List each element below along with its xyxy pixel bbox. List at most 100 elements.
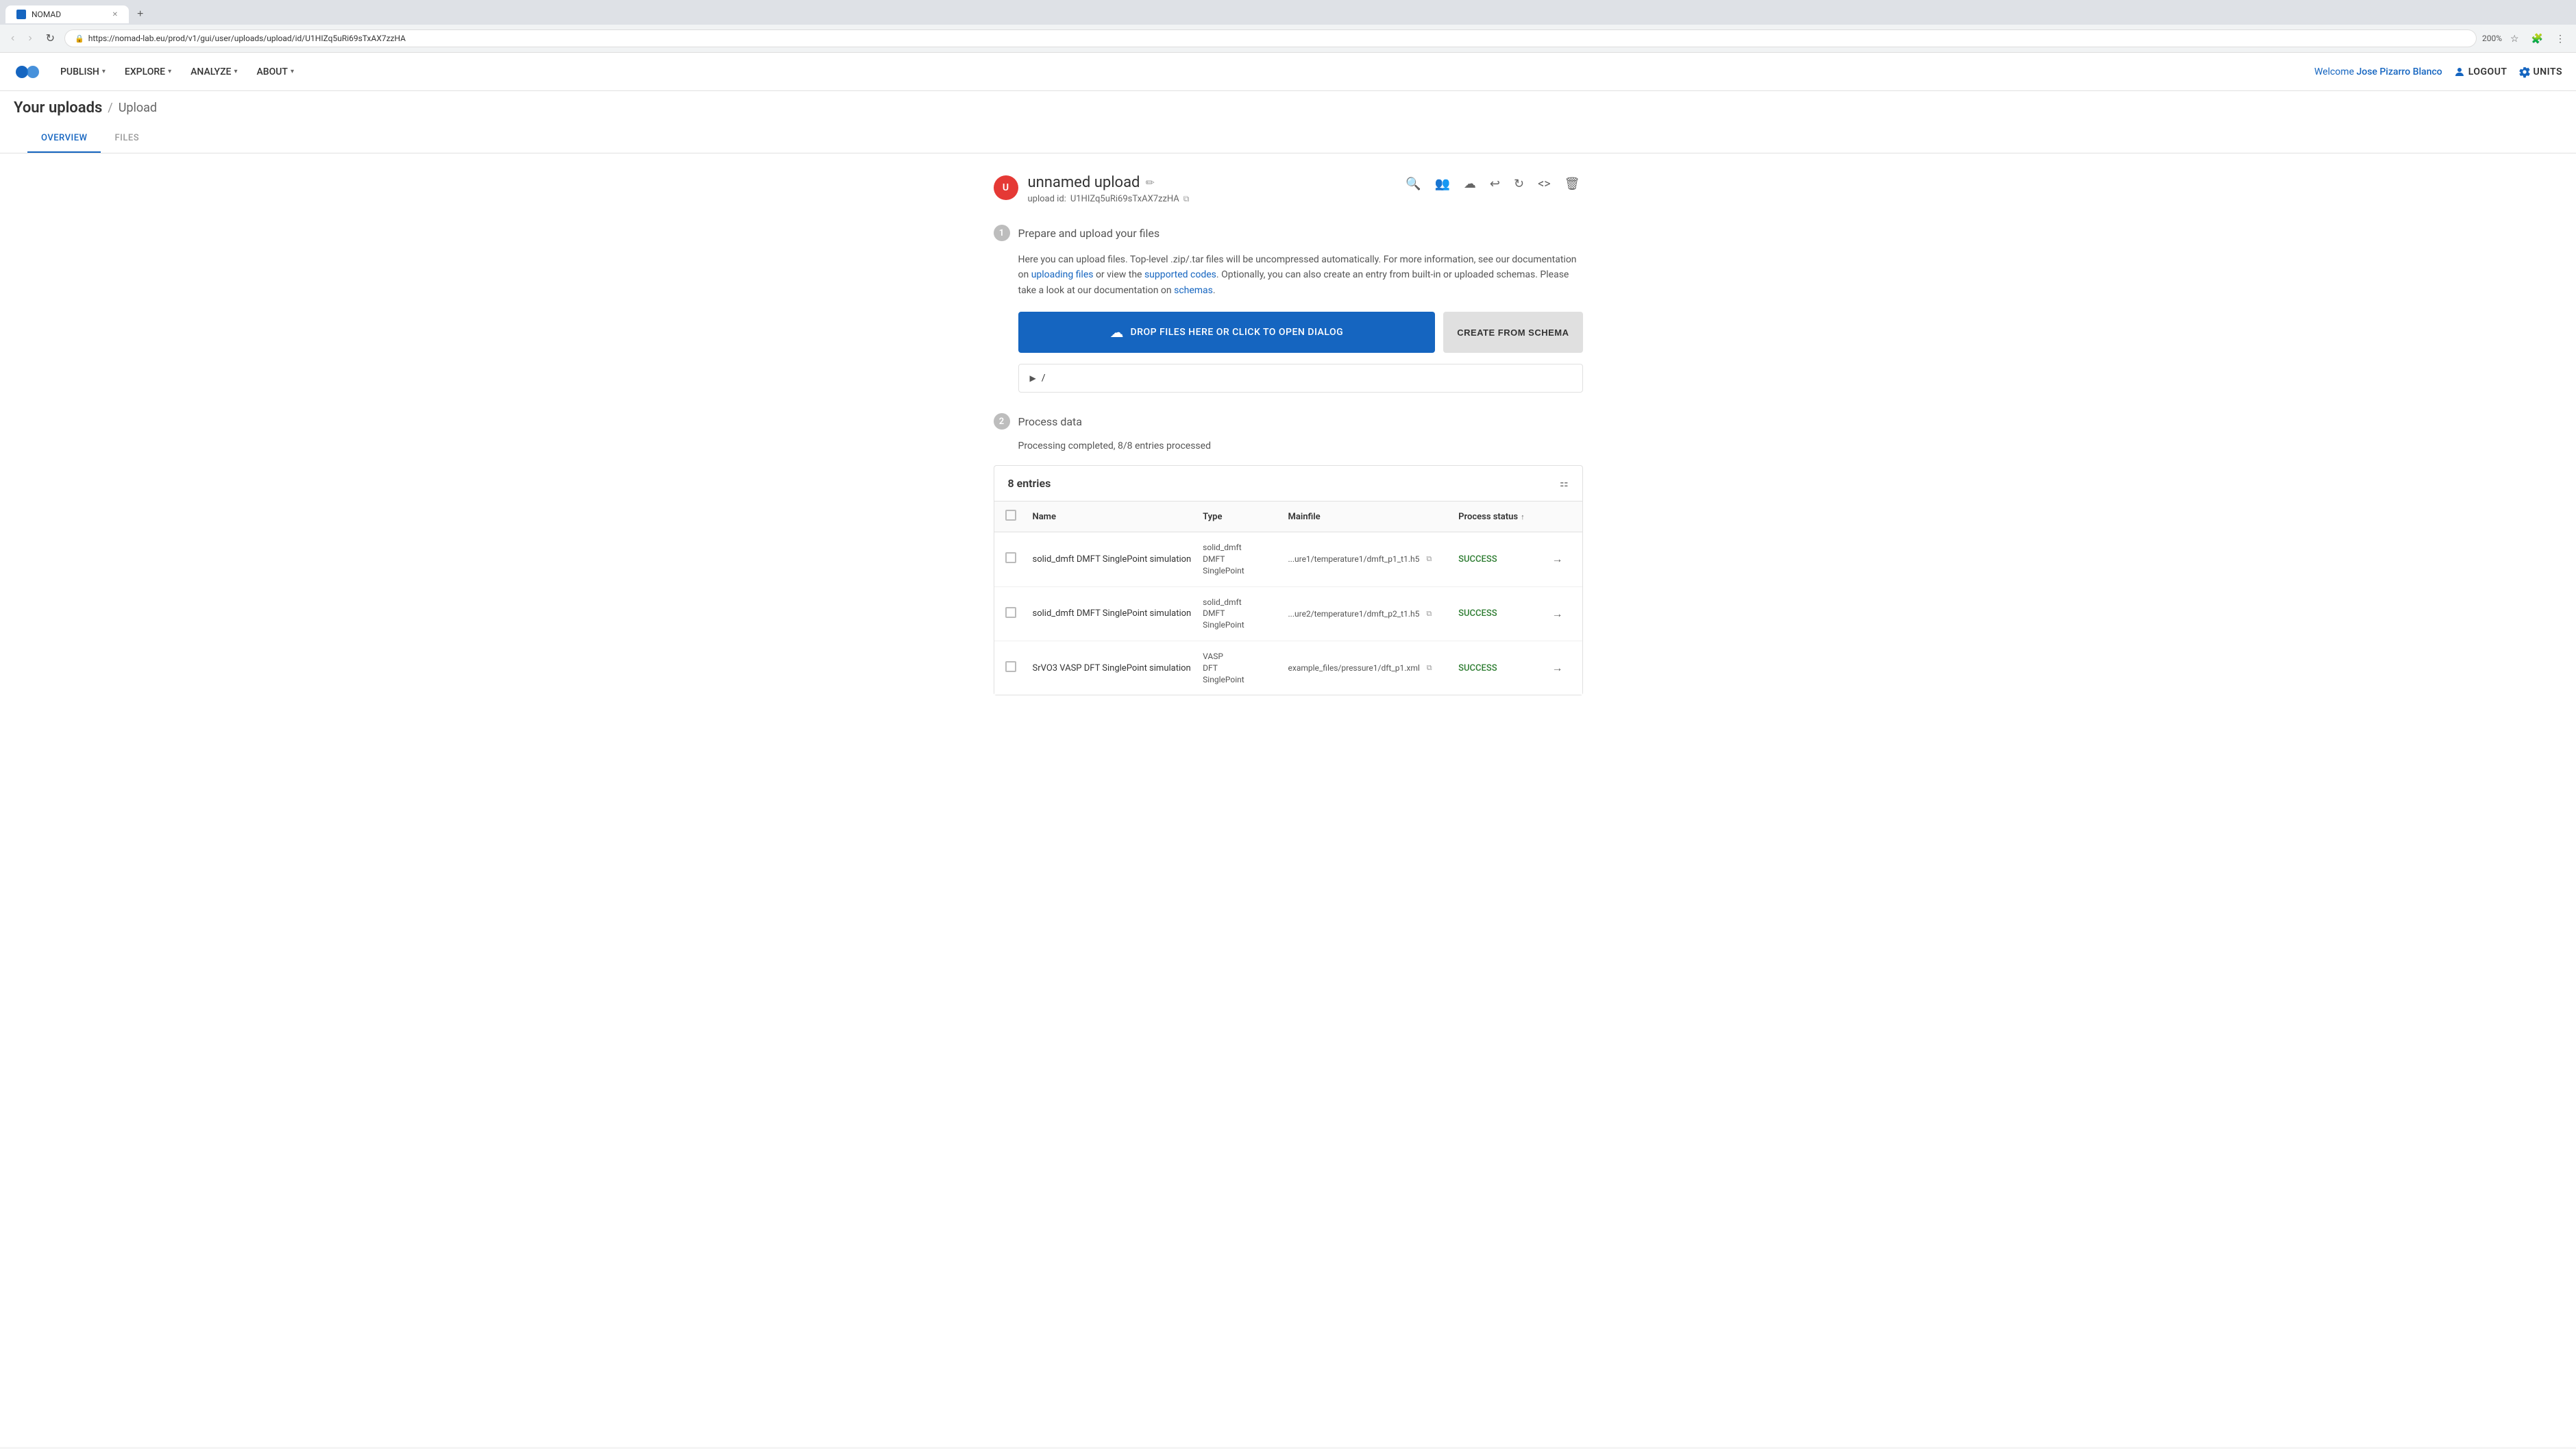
bookmarks-button[interactable]: ☆ xyxy=(2506,30,2523,47)
row3-type-line2: DFT xyxy=(1203,662,1288,674)
row2-copy-icon[interactable]: ⧉ xyxy=(1426,609,1432,619)
row1-name: solid_dmft DMFT SinglePoint simulation xyxy=(1033,554,1203,565)
breadcrumb-separator: / xyxy=(108,101,112,115)
row1-arrow-icon[interactable]: → xyxy=(1552,552,1563,566)
breadcrumb-parent[interactable]: Your uploads xyxy=(14,99,102,116)
avatar-initials: U xyxy=(1003,182,1009,193)
extensions-button[interactable]: 🧩 xyxy=(2527,30,2547,47)
row1-mainfile-text: ...ure1/temperature1/dmft_p1_t1.h5 xyxy=(1288,554,1420,564)
tab-overview[interactable]: OVERVIEW xyxy=(27,125,101,153)
section1-title: Prepare and upload your files xyxy=(1018,227,1160,240)
file-browser-row: ▶ / xyxy=(1019,364,1582,392)
select-all-checkbox[interactable] xyxy=(1005,510,1016,521)
url-text: https://nomad-lab.eu/prod/v1/gui/user/up… xyxy=(88,34,2466,43)
row2-status: SUCCESS xyxy=(1458,608,1543,619)
code-action-icon[interactable]: <> xyxy=(1535,174,1554,194)
row2-checkbox[interactable] xyxy=(1005,607,1016,618)
nav-explore[interactable]: EXPLORE ▾ xyxy=(116,61,180,83)
row2-type-line3: SinglePoint xyxy=(1203,619,1288,631)
row3-copy-icon[interactable]: ⧉ xyxy=(1427,663,1432,673)
row3-checkbox[interactable] xyxy=(1005,661,1016,672)
section2-number: 2 xyxy=(994,413,1010,430)
upload-id-label: upload id: xyxy=(1028,194,1066,204)
create-from-schema-button[interactable]: CREATE FROM SCHEMA xyxy=(1443,312,1582,353)
section1-number: 1 xyxy=(994,225,1010,241)
logo[interactable] xyxy=(14,58,41,86)
upload-info: U unnamed upload ✏ upload id: U1HIZq5uRi… xyxy=(994,174,1190,204)
section-prepare: 1 Prepare and upload your files Here you… xyxy=(994,225,1583,393)
nav-about[interactable]: ABOUT ▾ xyxy=(249,61,303,83)
sort-icon[interactable]: ↑ xyxy=(1521,512,1525,521)
browser-toolbar-right: 200% ☆ 🧩 ⋮ xyxy=(2482,30,2569,47)
delete-action-icon[interactable]: 🗑 xyxy=(1562,174,1583,194)
nav-publish[interactable]: PUBLISH ▾ xyxy=(52,61,114,83)
row3-mainfile-text: example_files/pressure1/dft_p1.xml xyxy=(1288,663,1420,673)
row3-action[interactable]: → xyxy=(1544,661,1571,675)
section2-title: Process data xyxy=(1018,415,1083,428)
forward-button[interactable]: › xyxy=(24,29,36,47)
entries-table: 8 entries ⚏ Name Type Mainfile Process s… xyxy=(994,465,1583,695)
header-mainfile: Mainfile xyxy=(1288,512,1459,522)
upload-id: upload id: U1HIZq5uRi69sTxAX7zzHA ⧉ xyxy=(1028,194,1190,204)
row3-check[interactable] xyxy=(1005,661,1033,675)
back-button[interactable]: ‹ xyxy=(7,29,19,47)
units-label: UNITS xyxy=(2534,66,2562,77)
row1-check[interactable] xyxy=(1005,552,1033,566)
nav-publish-chevron: ▾ xyxy=(102,68,106,75)
schemas-link[interactable]: schemas xyxy=(1174,285,1213,296)
row3-type-line1: VASP xyxy=(1203,651,1288,662)
table-header: Name Type Mainfile Process status ↑ xyxy=(994,501,1582,532)
row2-mainfile: ...ure2/temperature1/dmft_p2_t1.h5 ⧉ xyxy=(1288,609,1459,619)
drop-zone[interactable]: ☁ DROP FILES HERE OR CLICK TO OPEN DIALO… xyxy=(1018,312,1436,353)
address-bar[interactable]: 🔒 https://nomad-lab.eu/prod/v1/gui/user/… xyxy=(64,29,2477,47)
browser-tab-active[interactable]: NOMAD ✕ xyxy=(5,5,129,23)
nav-explore-chevron: ▾ xyxy=(168,68,171,75)
tab-close-button[interactable]: ✕ xyxy=(112,11,118,18)
file-expand-icon[interactable]: ▶ xyxy=(1030,373,1036,383)
nav-items: PUBLISH ▾ EXPLORE ▾ ANALYZE ▾ ABOUT ▾ xyxy=(52,61,2314,83)
tab-favicon xyxy=(16,10,26,19)
row3-name: SrVO3 VASP DFT SinglePoint simulation xyxy=(1033,663,1203,673)
members-action-icon[interactable]: 👥 xyxy=(1432,174,1452,194)
undo-action-icon[interactable]: ↩ xyxy=(1487,174,1503,194)
row1-action[interactable]: → xyxy=(1544,552,1571,566)
nav-explore-label: EXPLORE xyxy=(125,66,165,77)
row2-type-line2: DMFT xyxy=(1203,608,1288,619)
units-button[interactable]: UNITS xyxy=(2518,66,2562,78)
browser-toolbar: ‹ › ↻ 🔒 https://nomad-lab.eu/prod/v1/gui… xyxy=(0,25,2576,52)
row2-action[interactable]: → xyxy=(1544,607,1571,621)
menu-button[interactable]: ⋮ xyxy=(2551,30,2569,47)
nav-analyze[interactable]: ANALYZE ▾ xyxy=(182,61,245,83)
row1-status: SUCCESS xyxy=(1458,554,1543,565)
row2-mainfile-text: ...ure2/temperature1/dmft_p2_t1.h5 xyxy=(1288,609,1420,619)
logout-button[interactable]: LOGOUT xyxy=(2453,66,2507,78)
table-row: solid_dmft DMFT SinglePoint simulation s… xyxy=(994,587,1582,641)
header-name: Name xyxy=(1033,512,1203,522)
redo-action-icon[interactable]: ↻ xyxy=(1511,174,1527,194)
upload-header: U unnamed upload ✏ upload id: U1HIZq5uRi… xyxy=(994,174,1583,204)
row2-check[interactable] xyxy=(1005,607,1033,621)
edit-title-icon[interactable]: ✏ xyxy=(1145,176,1154,189)
reload-button[interactable]: ↻ xyxy=(42,29,59,48)
row1-checkbox[interactable] xyxy=(1005,552,1016,563)
browser-chrome: NOMAD ✕ + ‹ › ↻ 🔒 https://nomad-lab.eu/p… xyxy=(0,0,2576,53)
row1-copy-icon[interactable]: ⧉ xyxy=(1426,554,1432,564)
nav-publish-label: PUBLISH xyxy=(60,66,99,77)
copy-id-icon[interactable]: ⧉ xyxy=(1183,194,1190,204)
row1-type: solid_dmft DMFT SinglePoint xyxy=(1203,542,1288,576)
zoom-indicator: 200% xyxy=(2482,34,2502,43)
file-browser: ▶ / xyxy=(1018,364,1583,393)
row2-arrow-icon[interactable]: → xyxy=(1552,607,1563,621)
logout-label: LOGOUT xyxy=(2468,66,2507,77)
supported-codes-link[interactable]: supported codes xyxy=(1144,269,1216,280)
nav-about-chevron: ▾ xyxy=(291,68,294,75)
upload-cloud-action-icon[interactable]: ☁ xyxy=(1461,174,1479,194)
columns-toggle-icon[interactable]: ⚏ xyxy=(1560,478,1569,489)
search-action-icon[interactable]: 🔍 xyxy=(1403,174,1423,194)
user-name[interactable]: Jose Pizarro Blanco xyxy=(2357,66,2442,77)
new-tab-button[interactable]: + xyxy=(129,4,151,25)
row3-arrow-icon[interactable]: → xyxy=(1552,661,1563,675)
uploading-files-link[interactable]: uploading files xyxy=(1031,269,1094,280)
tab-files[interactable]: FILES xyxy=(101,125,153,153)
nav-analyze-label: ANALYZE xyxy=(191,66,231,77)
